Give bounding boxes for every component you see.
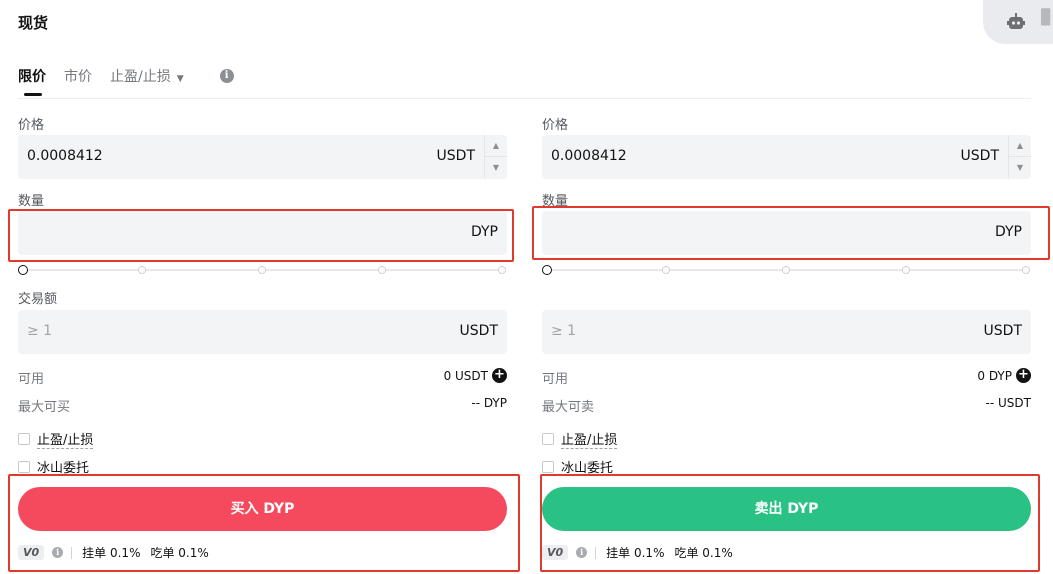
slider-handle[interactable]	[18, 265, 28, 275]
slider-step-75[interactable]	[378, 266, 386, 274]
sell-total-input[interactable]: ≥ 1 USDT	[542, 310, 1031, 354]
slider-step-50[interactable]	[782, 266, 790, 274]
max-sell-row: 最大可卖 -- USDT	[542, 396, 1031, 415]
total-unit: USDT	[983, 323, 1022, 339]
slider-step-25[interactable]	[138, 266, 146, 274]
price-unit: USDT	[436, 148, 475, 164]
max-sell-value: -- USDT	[985, 396, 1031, 410]
sell-form: 价格 0.0008412 USDT ▲ ▼ 数量 DYP ≥ 1 USDT 可用…	[532, 0, 1050, 574]
checkbox-icon[interactable]	[542, 433, 554, 445]
spot-trading-panel: ■ ■ ■ 现货 限价 市价 止盈/止损 ▼ i 价格 0.0008412 USDT …	[0, 0, 1053, 574]
available-row: 可用 0 USDT +	[18, 368, 507, 387]
highlight-box	[8, 474, 520, 572]
price-value: 0.0008412	[551, 148, 627, 164]
stepper-up-icon[interactable]: ▲	[1009, 135, 1031, 157]
available-row: 可用 0 DYP +	[542, 368, 1031, 387]
plus-circle-icon[interactable]: +	[1016, 368, 1031, 383]
max-sell-label: 最大可卖	[542, 400, 595, 415]
buy-amount-slider[interactable]	[18, 264, 507, 276]
slider-step-100[interactable]	[1022, 266, 1030, 274]
highlight-box	[8, 209, 514, 262]
plus-circle-icon[interactable]: +	[492, 368, 507, 383]
price-label: 价格	[18, 118, 45, 133]
buy-form: 价格 0.0008412 USDT ▲ ▼ 数量 DYP 交易额 ≥ 1 USD…	[8, 0, 520, 574]
checkbox-icon[interactable]	[542, 460, 554, 473]
checkbox-icon[interactable]	[18, 433, 30, 445]
max-buy-value: -- DYP	[471, 396, 507, 410]
buy-total-input[interactable]: ≥ 1 USDT	[18, 310, 507, 354]
price-label: 价格	[542, 118, 569, 133]
stepper-down-icon[interactable]: ▼	[485, 157, 507, 179]
max-buy-label: 最大可买	[18, 400, 71, 415]
total-unit: USDT	[459, 323, 498, 339]
max-buy-row: 最大可买 -- DYP	[18, 396, 507, 415]
sell-price-input[interactable]: 0.0008412 USDT ▲ ▼	[542, 135, 1031, 179]
highlight-box	[532, 206, 1050, 260]
slider-step-50[interactable]	[258, 266, 266, 274]
slider-step-75[interactable]	[902, 266, 910, 274]
available-value: 0 USDT	[443, 368, 488, 383]
tp-sl-checkbox[interactable]: 止盈/止损	[18, 429, 94, 449]
price-unit: USDT	[960, 148, 999, 164]
tp-sl-checkbox[interactable]: 止盈/止损	[542, 429, 618, 449]
sell-amount-slider[interactable]	[542, 264, 1031, 276]
amount-label: 数量	[18, 194, 45, 209]
available-value: 0 DYP	[977, 368, 1012, 383]
slider-step-100[interactable]	[498, 266, 506, 274]
total-placeholder: ≥ 1	[551, 323, 577, 339]
checkbox-icon[interactable]	[18, 460, 30, 473]
stepper-down-icon[interactable]: ▼	[1009, 157, 1031, 179]
stepper-up-icon[interactable]: ▲	[485, 135, 507, 157]
slider-handle[interactable]	[542, 265, 552, 275]
price-stepper[interactable]: ▲ ▼	[1008, 135, 1031, 179]
slider-step-25[interactable]	[662, 266, 670, 274]
highlight-box	[540, 474, 1040, 572]
available-label: 可用	[18, 372, 45, 387]
buy-price-input[interactable]: 0.0008412 USDT ▲ ▼	[18, 135, 507, 179]
price-stepper[interactable]: ▲ ▼	[484, 135, 507, 179]
total-placeholder: ≥ 1	[27, 323, 53, 339]
available-label: 可用	[542, 372, 569, 387]
tp-sl-label: 止盈/止损	[561, 429, 618, 449]
total-label: 交易额	[18, 292, 58, 307]
price-value: 0.0008412	[27, 148, 103, 164]
tp-sl-label: 止盈/止损	[37, 429, 94, 449]
drag-handle-icon[interactable]: ■ ■ ■	[1040, 6, 1051, 26]
